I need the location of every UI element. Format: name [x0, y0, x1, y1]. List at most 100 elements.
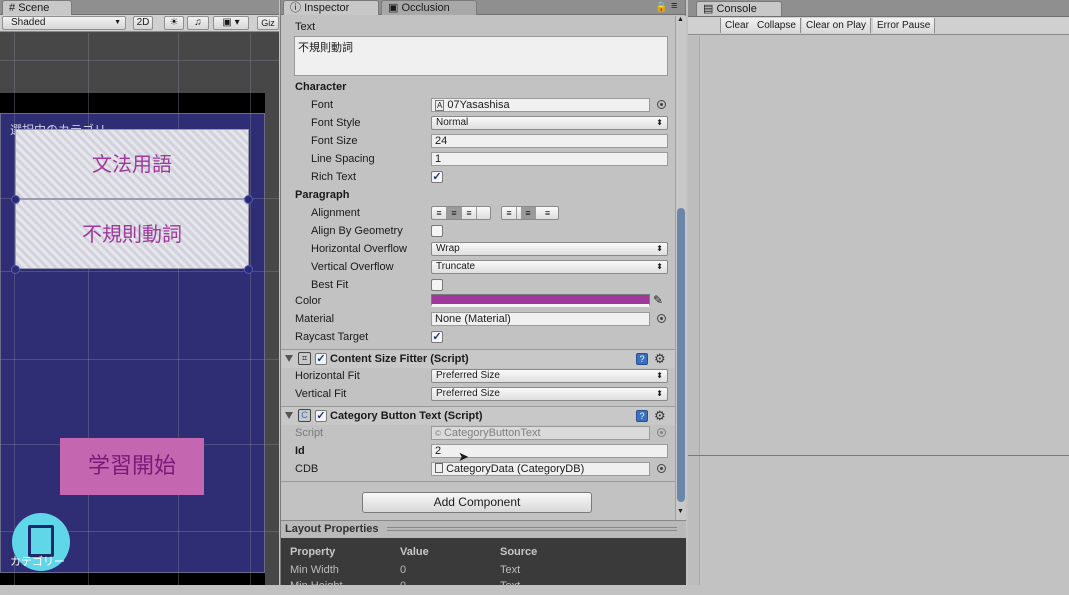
tab-occlusion[interactable]: ▣ Occlusion	[381, 0, 477, 15]
align-middle-icon[interactable]: ≡	[521, 207, 536, 219]
raycast-target-checkbox[interactable]: ✓	[431, 331, 443, 343]
font-field[interactable]: A 07Yasashisa	[431, 98, 650, 112]
content-size-fitter-enabled-checkbox[interactable]: ✓	[315, 353, 327, 365]
rect-handle[interactable]	[11, 265, 20, 274]
scene-grid-icon: #	[9, 2, 16, 14]
horizontal-fit-dropdown[interactable]: Preferred Size ⬍	[431, 369, 668, 383]
rect-handle[interactable]	[244, 195, 253, 204]
rich-text-checkbox[interactable]: ✓	[431, 171, 443, 183]
object-picker-icon	[657, 428, 666, 437]
object-picker-icon[interactable]	[657, 314, 666, 323]
start-study-button[interactable]: 学習開始	[60, 438, 204, 495]
lock-icon[interactable]: 🔒	[655, 2, 667, 13]
align-by-geometry-checkbox[interactable]	[431, 225, 443, 237]
mode-2d-button[interactable]: 2D	[133, 16, 153, 30]
color-label: Color	[295, 295, 322, 307]
inspector-tabbar: ⓘ Inspector ▣ Occlusion 🔒 ≡	[281, 0, 685, 15]
console-detail-view[interactable]	[700, 456, 1069, 585]
inspector-scrollbar[interactable]: ▲ ▼	[675, 16, 686, 520]
console-panel: ▤ Console Clear Collapse Clear on Play E…	[688, 0, 1069, 585]
vertical-overflow-dropdown[interactable]: Truncate ⬍	[431, 260, 668, 274]
tab-scene[interactable]: # Scene	[2, 0, 72, 15]
effects-icon[interactable]: ▣ ▾	[213, 16, 249, 30]
gizmos-button[interactable]: Giz	[257, 16, 279, 30]
category-button-grammar[interactable]: 文法用語	[15, 129, 249, 199]
content-size-fitter-header[interactable]: ⌗ ✓ Content Size Fitter (Script) ? ⚙	[281, 349, 675, 368]
line-spacing-field[interactable]: 1	[431, 152, 668, 166]
updown-arrow-icon: ⬍	[656, 389, 663, 398]
horizontal-overflow-dropdown[interactable]: Wrap ⬍	[431, 242, 668, 256]
foldout-arrow-icon[interactable]	[285, 355, 293, 362]
console-log-list[interactable]	[700, 36, 1069, 455]
category-button-irregular-verbs[interactable]: 不規則動詞	[15, 199, 249, 269]
collapse-button[interactable]: Collapse	[753, 18, 801, 33]
color-swatch[interactable]	[431, 294, 650, 307]
vertical-fit-dropdown[interactable]: Preferred Size ⬍	[431, 387, 668, 401]
eyedropper-icon[interactable]: ✎	[653, 293, 663, 307]
horizontal-fit-label: Horizontal Fit	[295, 370, 360, 382]
cdb-label: CDB	[295, 463, 319, 475]
info-icon: ⓘ	[290, 2, 301, 14]
help-icon[interactable]: ?	[636, 410, 648, 422]
align-left-icon[interactable]: ≡	[432, 207, 447, 219]
script-field: © CategoryButtonText	[431, 426, 650, 440]
tab-inspector[interactable]: ⓘ Inspector	[283, 0, 379, 15]
script-file-icon: ©	[435, 429, 441, 438]
column-header-source: Source	[500, 546, 538, 558]
updown-arrow-icon: ⬍	[656, 244, 663, 253]
id-label: Id	[295, 445, 305, 457]
lighting-icon[interactable]: ☀	[164, 16, 184, 30]
align-center-icon[interactable]: ≡	[447, 207, 462, 219]
category-button-text-title: Category Button Text (Script)	[330, 410, 483, 422]
help-icon[interactable]: ?	[636, 353, 648, 365]
clear-on-play-button[interactable]: Clear on Play	[802, 18, 872, 33]
error-pause-button[interactable]: Error Pause	[873, 18, 936, 33]
gear-icon[interactable]: ⚙	[654, 408, 666, 424]
align-top-icon[interactable]: ≡	[502, 207, 517, 219]
font-label: Font	[311, 99, 334, 111]
align-justify-icon[interactable]	[477, 207, 492, 219]
category-button-text-enabled-checkbox[interactable]: ✓	[315, 410, 327, 422]
scene-toolbar: Shaded ▼ 2D ☀ ♫ ▣ ▾ Giz	[0, 15, 279, 32]
drag-handle-icon[interactable]	[387, 527, 677, 531]
scroll-down-icon[interactable]: ▼	[677, 508, 684, 515]
font-style-dropdown[interactable]: Normal ⬍	[431, 116, 668, 130]
object-picker-icon[interactable]	[657, 464, 666, 473]
material-field[interactable]: None (Material)	[431, 312, 650, 326]
menu-icon[interactable]: ≡	[671, 0, 677, 12]
vertical-alignment-group: ≡ ≡ ≡	[501, 206, 559, 220]
font-icon: A	[435, 100, 445, 111]
rich-text-label: Rich Text	[311, 171, 357, 183]
console-toolbar: Clear Collapse Clear on Play Error Pause	[688, 17, 1069, 35]
scroll-thumb[interactable]	[677, 208, 685, 502]
shading-mode-dropdown[interactable]: Shaded ▼	[2, 16, 126, 30]
tab-console[interactable]: ▤ Console	[696, 1, 782, 16]
align-right-icon[interactable]: ≡	[462, 207, 477, 219]
text-area[interactable]: 不規則動詞	[294, 36, 668, 76]
layout-properties-title: Layout Properties	[285, 523, 379, 535]
rect-handle[interactable]	[244, 265, 253, 274]
align-by-geometry-label: Align By Geometry	[311, 225, 403, 237]
object-picker-icon[interactable]	[657, 100, 666, 109]
text-label: Text	[295, 21, 316, 33]
cdb-field[interactable]: CategoryData (CategoryDB)	[431, 462, 650, 476]
scene-view[interactable]: 選択中のカテゴリ 文法用語 不規則動詞 学習開始 カテゴリー	[0, 33, 279, 585]
gear-icon[interactable]: ⚙	[654, 351, 666, 367]
category-icon-label: カテゴリー	[10, 555, 65, 568]
category-button-text-header[interactable]: C ✓ Category Button Text (Script) ? ⚙	[281, 406, 675, 425]
scroll-up-icon[interactable]: ▲	[677, 16, 684, 23]
foldout-arrow-icon[interactable]	[285, 412, 293, 419]
add-component-button[interactable]: Add Component	[362, 492, 592, 513]
content-size-fitter-icon: ⌗	[298, 352, 311, 365]
layout-properties-header[interactable]: Layout Properties	[281, 520, 686, 538]
font-style-label: Font Style	[311, 117, 361, 129]
raycast-target-label: Raycast Target	[295, 331, 369, 343]
best-fit-checkbox[interactable]	[431, 279, 443, 291]
audio-icon[interactable]: ♫	[187, 16, 209, 30]
clear-button[interactable]: Clear	[720, 18, 754, 33]
align-bottom-icon[interactable]: ≡	[540, 207, 555, 219]
line-spacing-label: Line Spacing	[311, 153, 375, 165]
paragraph-header: Paragraph	[295, 189, 350, 201]
rect-handle[interactable]	[11, 195, 20, 204]
font-size-field[interactable]: 24	[431, 134, 668, 148]
